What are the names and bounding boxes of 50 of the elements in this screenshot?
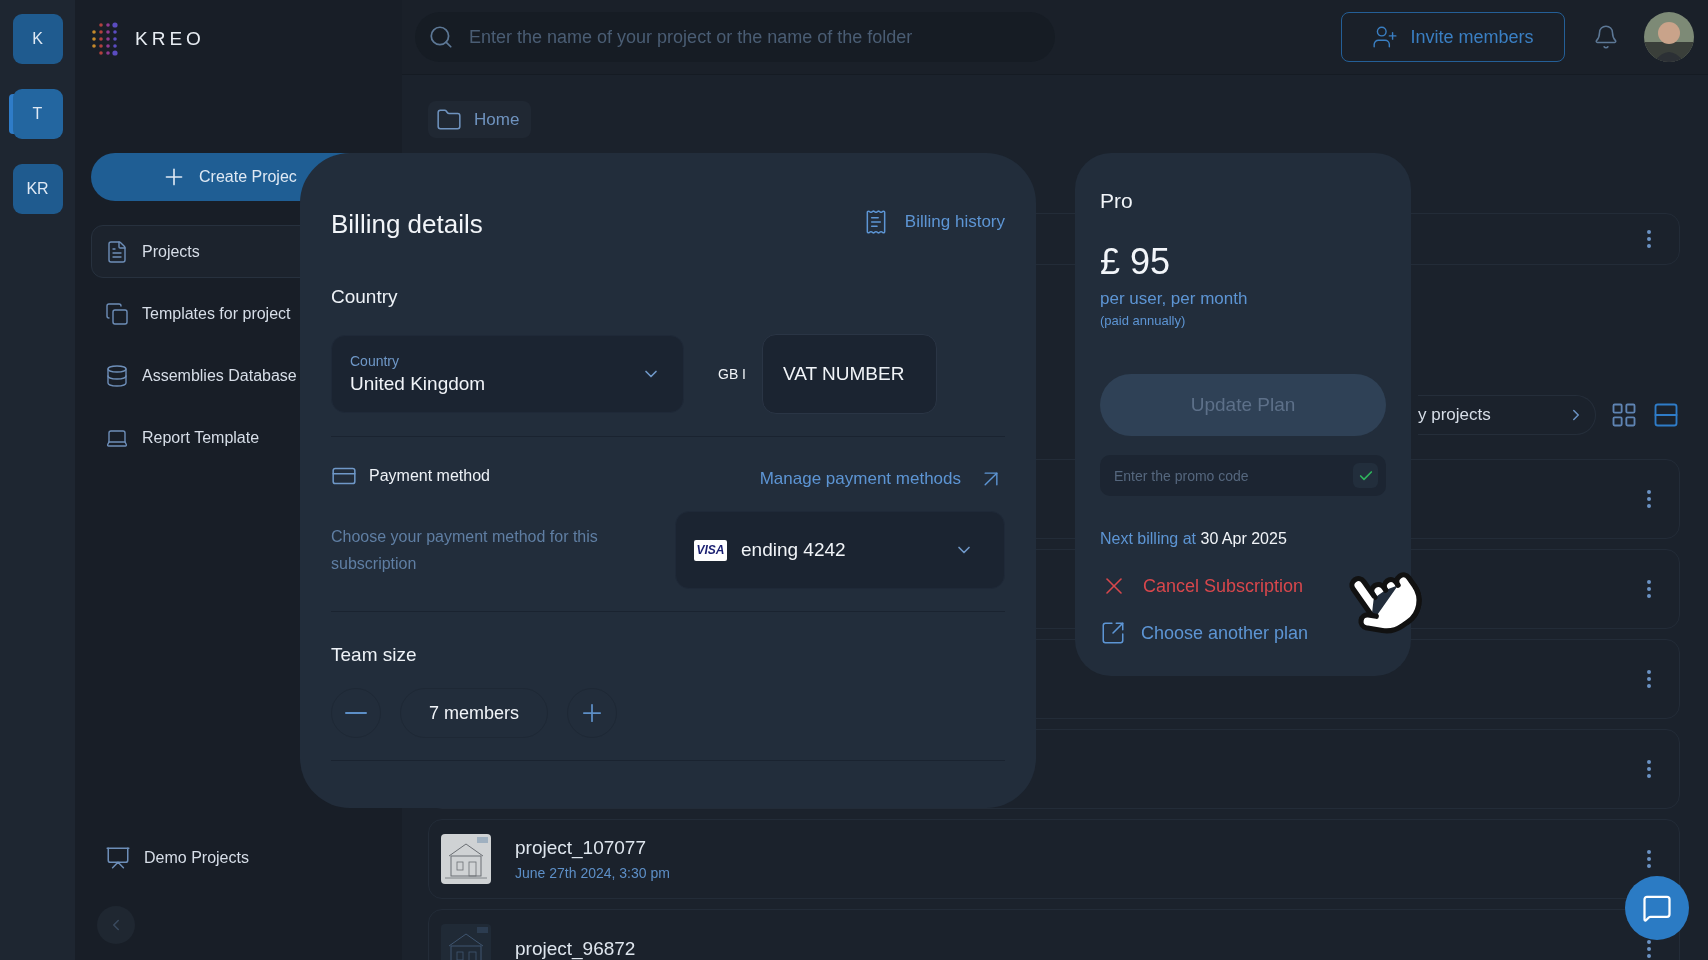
presentation-icon [105, 844, 131, 871]
plan-name: Pro [1100, 189, 1134, 213]
section-heading: Country [331, 286, 399, 308]
notifications-icon[interactable] [1593, 24, 1619, 50]
invite-members-button[interactable]: Invite members [1341, 12, 1565, 62]
nav-item[interactable]: Demo Projects [91, 831, 390, 884]
vat-number-field[interactable]: VAT NUMBER [762, 334, 937, 414]
grid-view-icon[interactable] [1610, 401, 1638, 429]
cancel-subscription-link[interactable]: Cancel Subscription [1100, 572, 1304, 600]
search-icon [428, 24, 454, 50]
document-icon [105, 239, 129, 264]
workspace-tile[interactable]: K [12, 14, 63, 64]
external-link-icon [1100, 620, 1126, 646]
section-heading: Payment method [369, 467, 490, 485]
workspace-tile[interactable]: T [12, 89, 63, 139]
project-row[interactable]: project_107077 June 27th 2024, 3:30 pm [428, 819, 1680, 899]
section-heading: Team size [331, 644, 418, 666]
copy-icon [105, 301, 129, 326]
next-billing-text: Next billing at 30 Apr 2025 [1100, 530, 1288, 548]
project-name: project_107077 [515, 837, 647, 859]
list-view-icon[interactable] [1652, 401, 1680, 429]
check-icon[interactable] [1353, 463, 1378, 488]
increase-button[interactable] [567, 688, 617, 738]
price-period: per user, per month [1100, 289, 1249, 309]
logo-icon [91, 22, 119, 56]
payment-hint: Choose your payment method for this subscription [331, 527, 599, 574]
project-name: project_96872 [515, 938, 636, 960]
workspace-tile[interactable]: KR [12, 164, 63, 214]
avatar[interactable] [1644, 12, 1694, 62]
plan-price: £ 95 [1100, 241, 1172, 283]
visa-logo: VISA [694, 539, 727, 561]
brand-name: KREO [135, 28, 205, 50]
project-date: June 27th 2024, 3:30 pm [515, 865, 670, 881]
chat-icon [1642, 893, 1672, 923]
database-icon [105, 363, 129, 388]
home-breadcrumb[interactable]: Home [428, 101, 532, 138]
search-field[interactable]: Enter the name of your project or the name of the folder [415, 12, 1055, 62]
user-plus-icon [1372, 24, 1399, 50]
manage-payment-link[interactable]: Manage payment methods [759, 465, 1005, 493]
billing-note: (paid annually) [1100, 313, 1187, 328]
choose-plan-link[interactable]: Choose another plan [1100, 620, 1309, 646]
country-select[interactable]: Country United Kingdom [331, 335, 684, 413]
team-size-value: 7 members [400, 688, 548, 738]
promo-code-field[interactable]: Enter the promo code [1100, 455, 1386, 496]
minus-icon [345, 712, 367, 714]
project-row[interactable]: project_96872 [428, 909, 1680, 960]
billing-history-link[interactable]: Billing history [862, 209, 1005, 235]
nav-item[interactable]: Report Template [91, 411, 390, 464]
payment-card-select[interactable]: VISA ending 4242 [675, 511, 1005, 589]
vat-prefix: GB I [718, 366, 746, 382]
